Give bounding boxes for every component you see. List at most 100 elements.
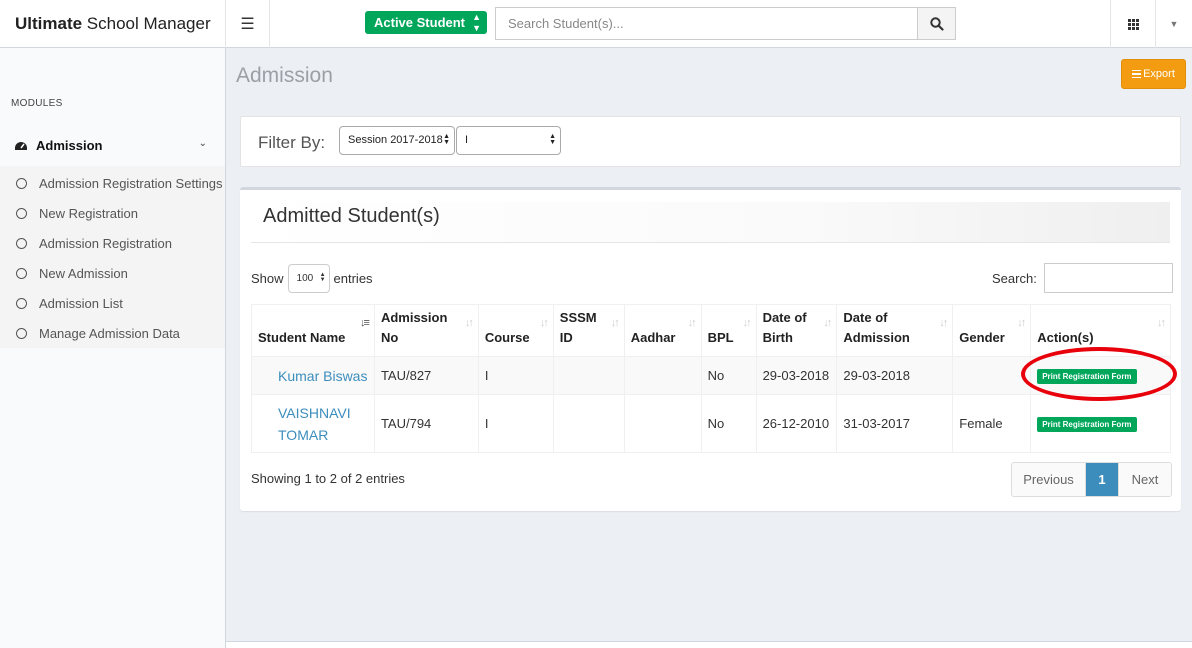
table-search-label: Search:: [992, 270, 1037, 286]
sidebar-item-admission-registration-settings[interactable]: Admission Registration Settings: [0, 168, 225, 198]
export-label: Export: [1143, 68, 1175, 80]
col-bpl[interactable]: ↓↑ BPL: [700, 304, 757, 357]
entries-label: entries: [333, 271, 373, 286]
page-title: Admission: [236, 64, 333, 87]
student-status-select[interactable]: Active Student ▲ ▼: [365, 11, 488, 34]
circle-icon: [16, 327, 27, 339]
print-registration-form-button[interactable]: Print Registration Form: [1037, 417, 1137, 432]
course-cell: I: [477, 394, 554, 453]
print-registration-form-button[interactable]: Print Registration Form: [1037, 369, 1137, 384]
list-icon: [1132, 69, 1142, 79]
export-button[interactable]: Export: [1121, 59, 1186, 89]
show-label: Show: [251, 271, 284, 286]
chevron-down-icon: ⌄: [198, 138, 207, 149]
table-search-input[interactable]: [1043, 263, 1173, 293]
filter-panel: Filter By: Session 2017-2018 ▲ ▼ I ▲ ▼: [240, 116, 1181, 167]
sidebar-item-new-admission[interactable]: New Admission: [0, 258, 225, 288]
sidebar-item-label: New Admission: [39, 265, 128, 281]
sidebar-item-label: Admission List: [39, 295, 123, 311]
sort-icon: ↓↑: [939, 317, 948, 329]
sort-icon: ↓↑: [539, 317, 549, 329]
filter-label: Filter By:: [258, 133, 326, 152]
menu-icon: ☰: [240, 16, 255, 33]
sort-icon: ↓↑: [823, 317, 832, 329]
course-cell: I: [477, 356, 554, 395]
dashboard-icon: [15, 142, 27, 150]
gender-cell: Female: [952, 394, 1032, 453]
col-sssm-id[interactable]: ↓↑ SSSM ID: [552, 304, 625, 357]
sort-icon: ↓↑: [1157, 317, 1166, 329]
col-date-of-admission[interactable]: ↓↑ Date of Admission: [836, 304, 954, 357]
sidebar-item-manage-admission-data[interactable]: Manage Admission Data: [0, 318, 225, 348]
session-select[interactable]: Session 2017-2018 ▲ ▼: [339, 126, 455, 155]
search-button[interactable]: [917, 8, 955, 39]
student-name-link[interactable]: VAISHNAVI TOMAR: [258, 402, 368, 446]
class-select[interactable]: I ▲ ▼: [456, 126, 561, 155]
page-length-select[interactable]: 100 ▲ ▼: [287, 264, 330, 293]
sort-asc-icon: ↓≡: [360, 317, 370, 329]
sidebar-item-admission-list[interactable]: Admission List: [0, 288, 225, 318]
sidebar-item-label: Admission Registration Settings: [39, 175, 223, 191]
circle-icon: [16, 177, 27, 189]
bpl-cell: No: [700, 394, 757, 453]
apps-menu-button[interactable]: [1110, 0, 1156, 48]
class-select-value: I: [465, 134, 469, 146]
sidebar-item-label: Admission Registration: [39, 235, 172, 251]
top-navbar: Ultimate School Manager ☰ Active Student…: [0, 0, 1192, 48]
circle-icon: [16, 267, 27, 279]
status-select-value: Active Student: [374, 15, 466, 30]
user-menu-toggle[interactable]: ▼: [1156, 0, 1192, 48]
sort-icon: ↓↑: [464, 317, 474, 329]
actions-cell: Print Registration Form: [1030, 356, 1171, 395]
circle-icon: [16, 237, 27, 249]
admission-no-cell: TAU/827: [373, 356, 479, 395]
caret-down-icon: ▼: [1169, 19, 1179, 29]
updown-caret-icon: ▲ ▼: [443, 133, 450, 146]
sidebar-item-admission-registration[interactable]: Admission Registration: [0, 228, 225, 258]
aadhar-cell: [623, 356, 702, 395]
updown-caret-icon: ▲ ▼: [549, 133, 556, 146]
updown-caret-icon: ▲ ▼: [319, 272, 326, 283]
col-course[interactable]: ↓↑ Course: [477, 304, 554, 357]
table-row: VAISHNAVI TOMAR TAU/794 I No 26-12-2010 3…: [251, 394, 1171, 453]
box-title: Admitted Student(s): [263, 205, 440, 227]
sort-icon: ↓↑: [1017, 317, 1026, 329]
admission-no-cell: TAU/794: [373, 394, 479, 453]
circle-icon: [16, 297, 27, 309]
sidebar-item-label: Admission: [36, 137, 103, 153]
search-icon: [929, 16, 944, 31]
sidebar: MODULES Admission ⌄ Admission Registrati…: [0, 48, 226, 648]
table-header-row: ↓≡ Student Name ↓↑ Admission No ↓↑ Course ↓↑…: [251, 304, 1171, 357]
bpl-cell: No: [700, 356, 757, 395]
brand-rest: School Manager: [82, 14, 211, 33]
admitted-students-box: Admitted Student(s) Show 100 ▲ ▼ entries …: [240, 187, 1181, 511]
pagination-next[interactable]: Next: [1118, 463, 1171, 496]
footer: [226, 641, 1192, 648]
gender-cell: [952, 356, 1032, 395]
table-row: Kumar Biswas TAU/827 I No 29-03-2018 29-…: [251, 356, 1171, 395]
page-length-control: Show 100 ▲ ▼ entries: [251, 264, 373, 293]
student-name-link[interactable]: Kumar Biswas: [258, 365, 368, 387]
col-admission-no[interactable]: ↓↑ Admission No: [373, 304, 479, 357]
col-actions[interactable]: ↓↑ Action(s): [1030, 304, 1171, 357]
admission-submenu: Admission Registration Settings New Regi…: [0, 166, 225, 348]
sidebar-item-label: Manage Admission Data: [39, 325, 180, 341]
col-gender[interactable]: ↓↑ Gender: [952, 304, 1032, 357]
page-length-value: 100: [296, 273, 314, 284]
sidebar-item-admission[interactable]: Admission ⌄: [0, 132, 225, 158]
doa-cell: 29-03-2018: [836, 356, 954, 395]
brand-bold: Ultimate: [15, 14, 83, 33]
pagination-page-1[interactable]: 1: [1086, 463, 1118, 496]
col-aadhar[interactable]: ↓↑ Aadhar: [623, 304, 702, 357]
sidebar-toggle-button[interactable]: ☰: [226, 0, 270, 48]
col-date-of-birth[interactable]: ↓↑ Date of Birth: [755, 304, 838, 357]
pagination-previous[interactable]: Previous: [1012, 463, 1086, 496]
student-search-input[interactable]: [496, 8, 917, 39]
modules-header: MODULES: [11, 98, 63, 109]
col-student-name[interactable]: ↓≡ Student Name: [251, 304, 375, 357]
student-search: [495, 7, 956, 40]
app-brand[interactable]: Ultimate School Manager: [0, 0, 226, 48]
session-select-value: Session 2017-2018: [348, 134, 443, 146]
doa-cell: 31-03-2017: [836, 394, 954, 453]
sidebar-item-new-registration[interactable]: New Registration: [0, 198, 225, 228]
